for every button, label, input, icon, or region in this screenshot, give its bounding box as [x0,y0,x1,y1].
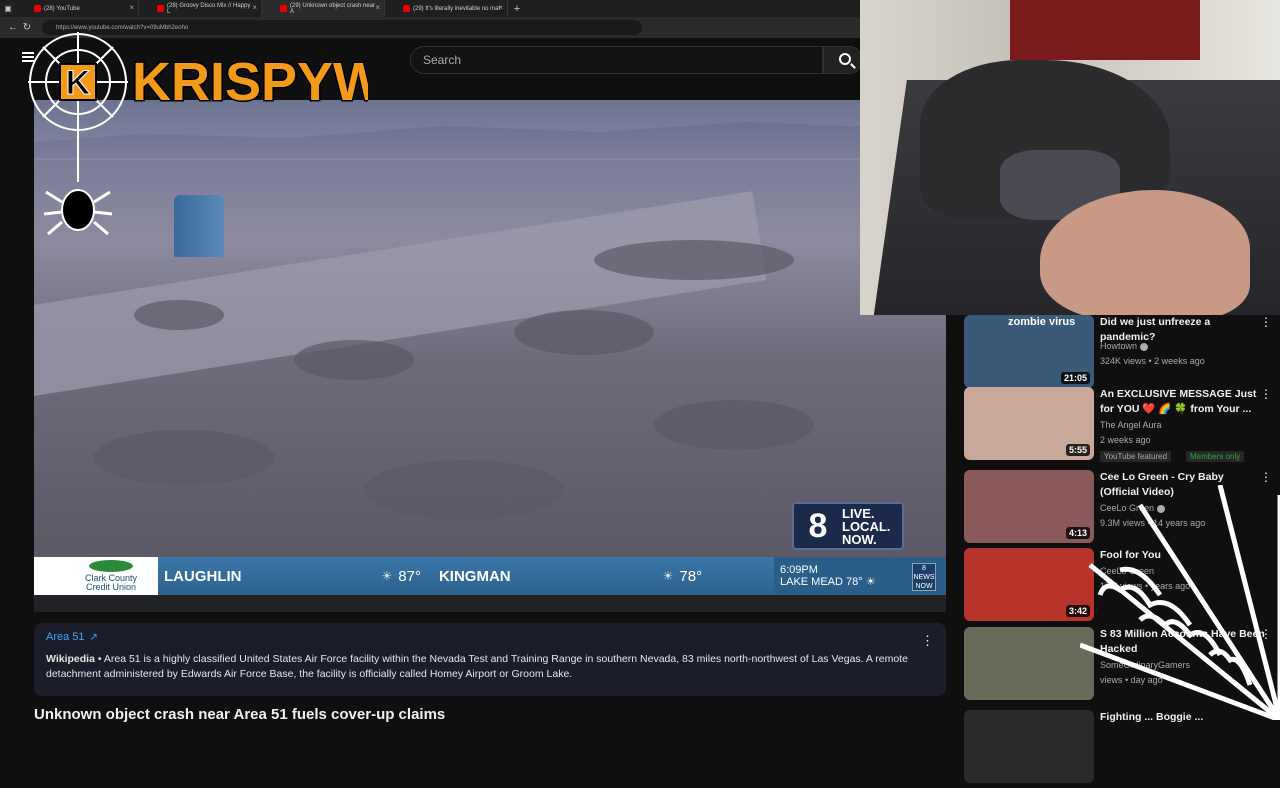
search-icon [839,53,851,65]
info-panel-title[interactable]: Area 51 ↗ [46,631,934,643]
recommendation-meta: 324K views • 2 weeks ago [1100,356,1205,366]
tab-label: (28) Groovy Disco Mix // Happy L [167,2,251,15]
ticker-city: KINGMAN [438,567,511,585]
sun-haze-icon: ☀ [662,569,674,583]
sponsor-line: Credit Union [85,582,137,592]
video-thumbnail[interactable]: zombie virus 21:05 [964,315,1094,388]
station-slogan-line: LIVE. [842,505,875,521]
ticker-time-text: 6:09PM LAKE MEAD 78° ☀ [780,564,876,588]
browser-tab[interactable]: (28) YouTube × [16,0,139,17]
ticker-place: LAKE MEAD [780,576,843,588]
browser-tab-bar: ▣ (28) YouTube × (28) Groovy Disco Mix /… [0,0,860,17]
video-thumbnail[interactable]: 3:42 [964,548,1094,621]
video-brush [364,460,564,520]
station-slogan-line: LOCAL. [842,518,891,534]
sponsor-oval-icon [89,560,133,572]
logo-text: KRISPYW [132,52,368,112]
ticker-time-block: 6:09PM LAKE MEAD 78° ☀ 8 NEWS NOW [774,557,946,595]
station-slogan: LIVE. LOCAL. NOW. [842,507,890,546]
tab-close-icon[interactable]: × [375,3,380,12]
recommendation-item[interactable]: Fighting ... Boggie ... [964,710,1280,788]
recommendation-meta: 2 weeks ago [1100,435,1151,445]
spider-icon [43,189,113,236]
video-brush [514,310,654,355]
verified-icon [1140,342,1149,351]
youtube-favicon-icon [157,5,164,12]
more-options-icon[interactable]: ⋮ [921,633,934,649]
weather-ticker: Clark County Credit Union LAUGHLIN ☀ 87°… [34,557,946,595]
tab-label: (28) YouTube [44,5,80,12]
info-source: Wikipedia [46,653,95,665]
tab-close-icon[interactable]: × [252,3,257,12]
recommendation-channel[interactable]: Howtown [1100,341,1149,351]
video-thumbnail[interactable] [964,627,1094,700]
more-options-icon[interactable]: ⋮ [1260,315,1272,329]
video-brush [134,300,224,330]
info-panel-body: Wikipedia • Area 51 is a highly classifi… [46,652,934,682]
video-brush [94,430,274,485]
browser-tab[interactable]: (28) Groovy Disco Mix // Happy L × [139,0,262,17]
webcam-curtain [1010,0,1200,60]
video-brush [594,240,794,280]
youtube-favicon-icon [34,5,41,12]
members-only-badge: Members only [1186,451,1245,462]
info-text: • Area 51 is a highly classified United … [46,653,908,680]
ticker-temp: 78° [846,576,863,588]
thumbnail-text: zombie virus [1008,316,1076,328]
spider-web-icon [28,32,128,182]
new-tab-button[interactable]: + [508,3,526,15]
tab-close-icon[interactable]: × [498,3,503,12]
more-options-icon[interactable]: ⋮ [1260,387,1272,401]
search-input[interactable]: Search [410,46,823,74]
external-link-icon: ↗ [89,631,98,643]
duration-badge: 21:05 [1060,372,1090,384]
browser-tab-active[interactable]: (29) Unknown object crash near A × [262,0,385,17]
recommendation-channel[interactable]: The Angel Aura [1100,420,1162,430]
ticker-temp: 87° [398,567,421,585]
info-title-text[interactable]: Area 51 [46,631,85,643]
station-slogan-line: NOW. [842,531,877,547]
sponsor-logo: Clark County Credit Union [34,557,158,595]
station-logo: 8 LIVE. LOCAL. NOW. [792,502,904,550]
sun-haze-icon: ☀ [865,576,876,588]
tab-label: (29) It's literally inevitable no mat [413,5,501,12]
video-brush [654,400,814,450]
streamer-logo: K KRISPYW [28,32,368,236]
search-button[interactable] [823,46,863,74]
webcam-overlay [860,0,1280,315]
video-title: Unknown object crash near Area 51 fuels … [34,706,446,723]
video-thumbnail[interactable] [964,710,1094,783]
recommendation-item[interactable]: zombie virus 21:05 Did we just unfreeze … [964,315,1280,393]
news-badge: 8 NEWS NOW [912,563,936,591]
tab-close-icon[interactable]: × [129,3,134,12]
station-number: 8 [808,506,828,545]
ticker-city: LAUGHLIN [164,567,242,585]
browser-tab[interactable]: (29) It's literally inevitable no mat × [385,0,508,17]
info-panel: Area 51 ↗ ⋮ Wikipedia • Area 51 is a hig… [34,623,946,696]
tab-label: (29) Unknown object crash near A [290,2,376,15]
ticker-temp: 78° [679,567,703,585]
duration-badge: 5:55 [1065,444,1090,456]
more-options-icon[interactable]: ⋮ [1260,470,1272,484]
video-thumbnail[interactable]: 5:55 [964,387,1094,460]
tab-actions-icon[interactable]: ▣ [0,0,16,17]
youtube-favicon-icon [280,5,287,12]
sun-haze-icon: ☀ [381,569,393,583]
youtube-featured-badge: YouTube featured [1100,451,1172,462]
logo-letter: K [66,64,91,102]
recommendation-item[interactable]: 5:55 An EXCLUSIVE MESSAGE Just for YOU ❤… [964,387,1280,465]
youtube-favicon-icon [403,5,410,12]
video-brush [294,340,414,380]
ticker-time: 6:09PM [780,564,818,576]
video-thumbnail[interactable]: 4:13 [964,470,1094,543]
spider-web-corner-icon [1080,485,1280,720]
recommendation-title[interactable]: An EXCLUSIVE MESSAGE Just for YOU ❤️ 🌈 🍀… [1100,387,1265,417]
